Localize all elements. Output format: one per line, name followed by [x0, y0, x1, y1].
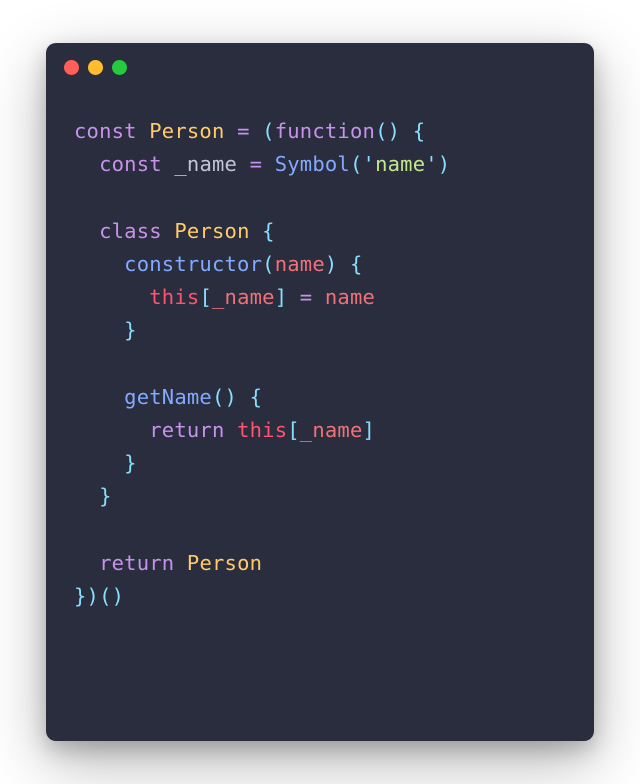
param-name: name [275, 252, 325, 276]
brace-close: } [124, 318, 137, 342]
keyword-return: return [149, 418, 224, 442]
operator-equals: = [250, 152, 263, 176]
keyword-this: this [237, 418, 287, 442]
minimize-icon[interactable] [88, 60, 103, 75]
code-content: const Person = (function() { const _name… [46, 91, 594, 637]
param-name: name [325, 285, 375, 309]
identifier-name: _name [174, 152, 237, 176]
keyword-class: class [99, 219, 162, 243]
keyword-const: const [99, 152, 162, 176]
maximize-icon[interactable] [112, 60, 127, 75]
brace-open: { [413, 119, 426, 143]
code-window: const Person = (function() { const _name… [46, 43, 594, 741]
method-constructor: constructor [124, 252, 262, 276]
paren-open: ( [262, 119, 275, 143]
identifier-name: _name [212, 285, 275, 309]
keyword-const: const [74, 119, 137, 143]
class-person: Person [174, 219, 249, 243]
string-name: name [375, 152, 425, 176]
identifier-name: _name [300, 418, 363, 442]
identifier-person: Person [149, 119, 224, 143]
method-getname: getName [124, 385, 212, 409]
identifier-person: Person [187, 551, 262, 575]
keyword-function: function [275, 119, 375, 143]
window-titlebar [46, 43, 594, 91]
keyword-this: this [149, 285, 199, 309]
keyword-return: return [99, 551, 174, 575]
operator-equals: = [237, 119, 250, 143]
close-icon[interactable] [64, 60, 79, 75]
function-symbol: Symbol [275, 152, 350, 176]
